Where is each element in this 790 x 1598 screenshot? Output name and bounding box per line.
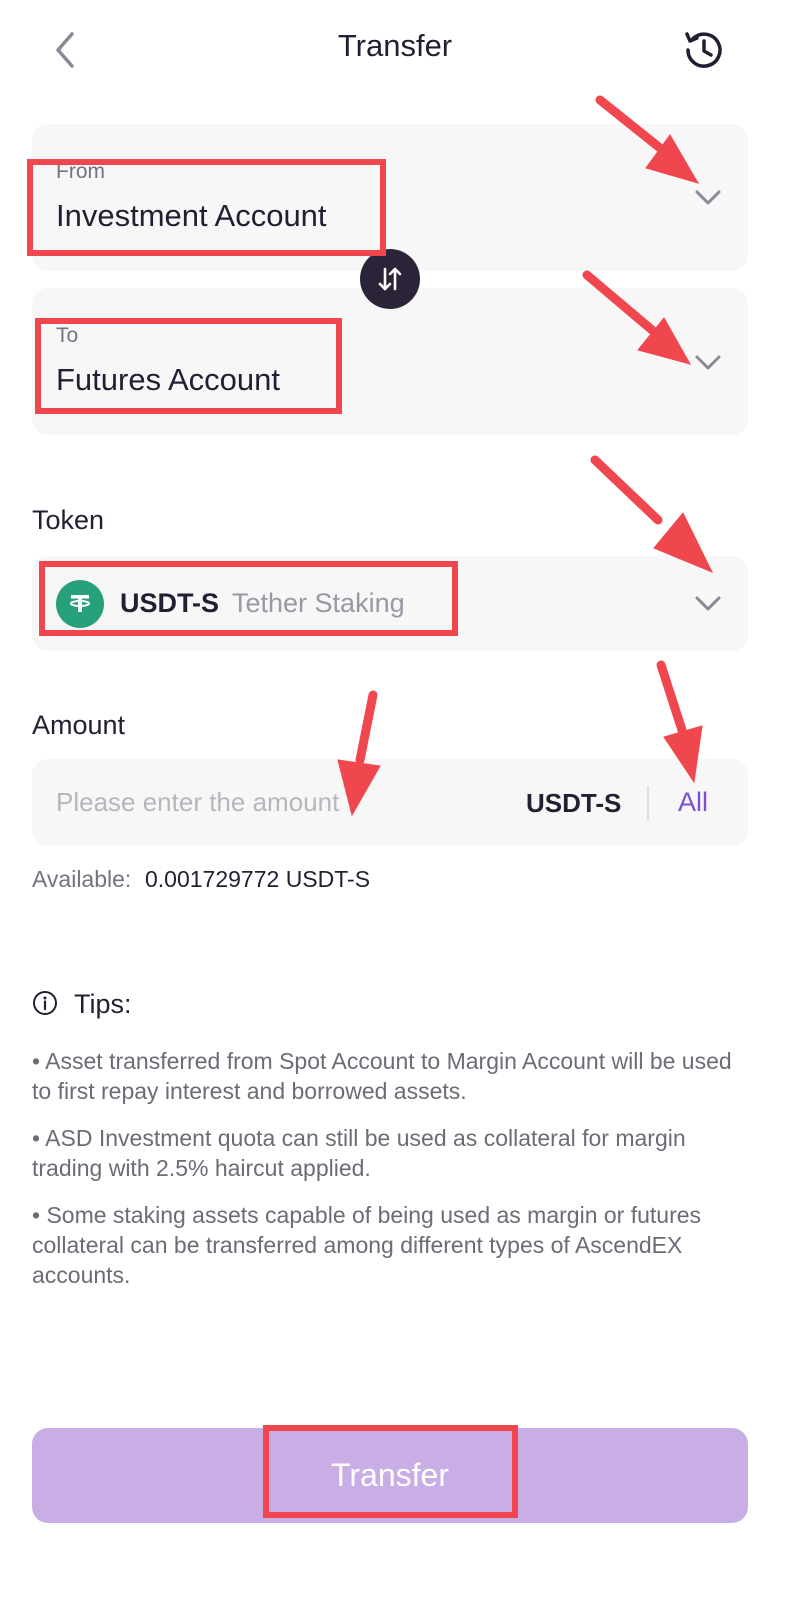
amount-unit: USDT-S [526, 788, 622, 818]
history-button[interactable] [680, 26, 728, 74]
to-label: To [56, 324, 79, 347]
available-label: Available: [32, 866, 132, 892]
to-account-value: Futures Account [56, 362, 281, 397]
page-title: Transfer [337, 28, 453, 63]
tips-title: Tips: [74, 989, 132, 1019]
history-clock-icon [685, 32, 722, 68]
chevron-down-icon[interactable] [694, 354, 722, 372]
token-symbol: USDT-S [120, 588, 220, 618]
info-circle-icon [33, 991, 57, 1015]
token-name: Tether Staking [232, 588, 405, 618]
tether-logo-icon [56, 580, 104, 628]
from-label: From [56, 160, 105, 183]
tip-item: • ASD Investment quota can still be used… [32, 1125, 686, 1181]
all-amount-button[interactable]: All [678, 787, 708, 818]
tip-item: • Some staking assets capable of being u… [32, 1202, 702, 1288]
swap-accounts-button[interactable] [360, 249, 420, 309]
chevron-down-icon[interactable] [694, 595, 722, 613]
amount-section-label: Amount [32, 710, 126, 740]
chevron-down-icon[interactable] [694, 189, 722, 207]
available-value: 0.001729772 USDT-S [145, 866, 371, 892]
transfer-submit-button[interactable]: Transfer [32, 1428, 748, 1523]
swap-arrows-icon [378, 267, 402, 291]
from-account-value: Investment Account [56, 198, 327, 233]
token-section-label: Token [32, 505, 105, 535]
amount-divider [647, 786, 649, 820]
amount-input[interactable] [56, 780, 496, 824]
tip-item: • Asset transferred from Spot Account to… [32, 1048, 732, 1104]
